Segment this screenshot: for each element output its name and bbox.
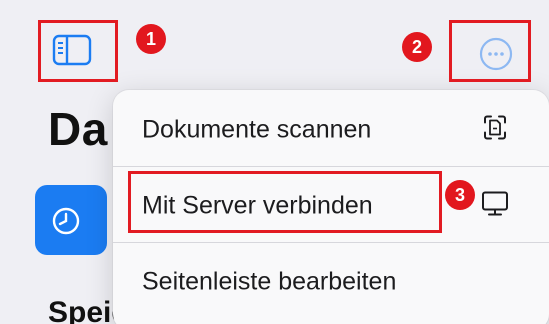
- clock-icon: [52, 207, 80, 235]
- highlight-connect-server: [128, 171, 442, 233]
- doc-scan-icon: [479, 112, 511, 149]
- recents-tile[interactable]: [35, 185, 107, 255]
- annotation-badge-3: 3: [445, 180, 475, 210]
- menu-item-edit-sidebar[interactable]: Seitenleiste bearbeiten: [113, 246, 549, 318]
- display-icon: [479, 188, 511, 225]
- annotation-badge-1: 1: [136, 24, 166, 54]
- menu-item-label: Seitenleiste bearbeiten: [142, 267, 397, 296]
- menu-item-label: Dokumente scannen: [142, 115, 372, 144]
- highlight-more-button: [449, 20, 531, 82]
- menu-divider: [113, 242, 549, 243]
- highlight-sidebar-button: [38, 20, 118, 82]
- menu-item-scan-documents[interactable]: Dokumente scannen: [113, 94, 549, 166]
- files-app-screen: Da Speicherorte ⌄ Dokumente scannen: [0, 0, 549, 324]
- page-title: Da: [48, 103, 108, 155]
- annotation-badge-2: 2: [402, 32, 432, 62]
- menu-divider: [113, 166, 549, 167]
